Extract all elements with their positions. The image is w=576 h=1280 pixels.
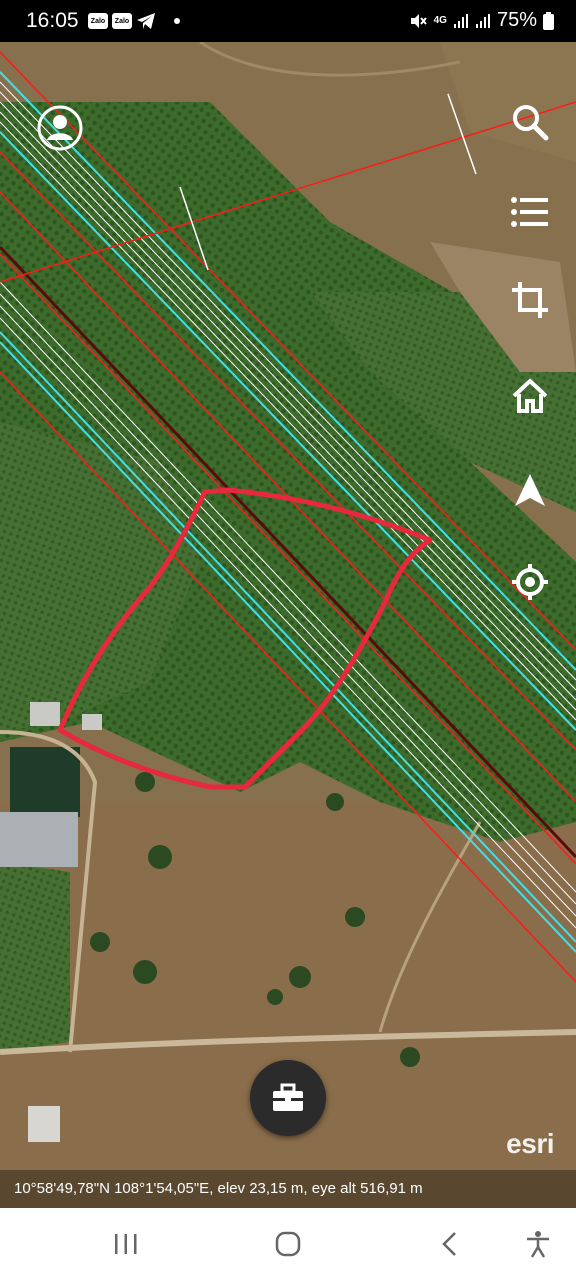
satellite-imagery — [0, 42, 576, 1208]
accessibility-button[interactable] — [518, 1228, 558, 1260]
my-location-button[interactable] — [506, 558, 554, 606]
recent-apps-button[interactable] — [106, 1228, 146, 1260]
signal-icon-2 — [475, 13, 490, 28]
coordinates-readout: 10°58'49,78"N 108°1'54,05"E, elev 23,15 … — [0, 1170, 576, 1208]
status-bar: 16:05 Zalo Zalo 4G 75% — [0, 0, 576, 42]
profile-button[interactable] — [36, 104, 84, 152]
esri-attribution: esri — [506, 1128, 554, 1159]
map-view[interactable]: esri 10°58'49,78"N 108°1'54,05"E, elev 2… — [0, 42, 576, 1208]
mute-icon — [410, 13, 427, 28]
network-type: 4G — [433, 14, 447, 26]
more-notifications-dot — [174, 18, 180, 24]
layers-list-button[interactable] — [506, 188, 554, 236]
status-right: 4G 75% — [408, 9, 554, 32]
my-location-icon — [512, 564, 548, 600]
crop-button[interactable] — [506, 276, 554, 324]
home-button[interactable] — [506, 372, 554, 420]
search-button[interactable] — [506, 98, 554, 146]
telegram-icon — [137, 13, 155, 29]
layers-list-icon — [511, 197, 548, 227]
signal-icon — [453, 13, 468, 28]
navigation-button[interactable] — [506, 466, 554, 514]
briefcase-icon — [273, 1083, 303, 1111]
system-navbar — [0, 1208, 576, 1280]
search-icon — [513, 105, 549, 141]
user-icon — [37, 105, 83, 151]
recent-apps-icon — [115, 1234, 137, 1254]
notification-icons: Zalo Zalo — [88, 12, 180, 30]
crop-icon — [512, 282, 548, 318]
battery-icon — [543, 11, 554, 30]
back-icon — [442, 1232, 456, 1256]
home-nav-button[interactable] — [268, 1228, 308, 1260]
status-time: 16:05 — [26, 9, 79, 32]
navigation-arrow-icon — [515, 474, 545, 506]
toolbox-button[interactable] — [250, 1060, 326, 1136]
accessibility-icon — [527, 1231, 549, 1258]
home-button-icon — [275, 1231, 301, 1257]
zalo-icon: Zalo — [112, 13, 132, 29]
back-button[interactable] — [430, 1228, 470, 1260]
battery-percent: 75% — [496, 9, 537, 31]
home-icon — [512, 378, 548, 413]
zalo-icon: Zalo — [88, 13, 108, 29]
